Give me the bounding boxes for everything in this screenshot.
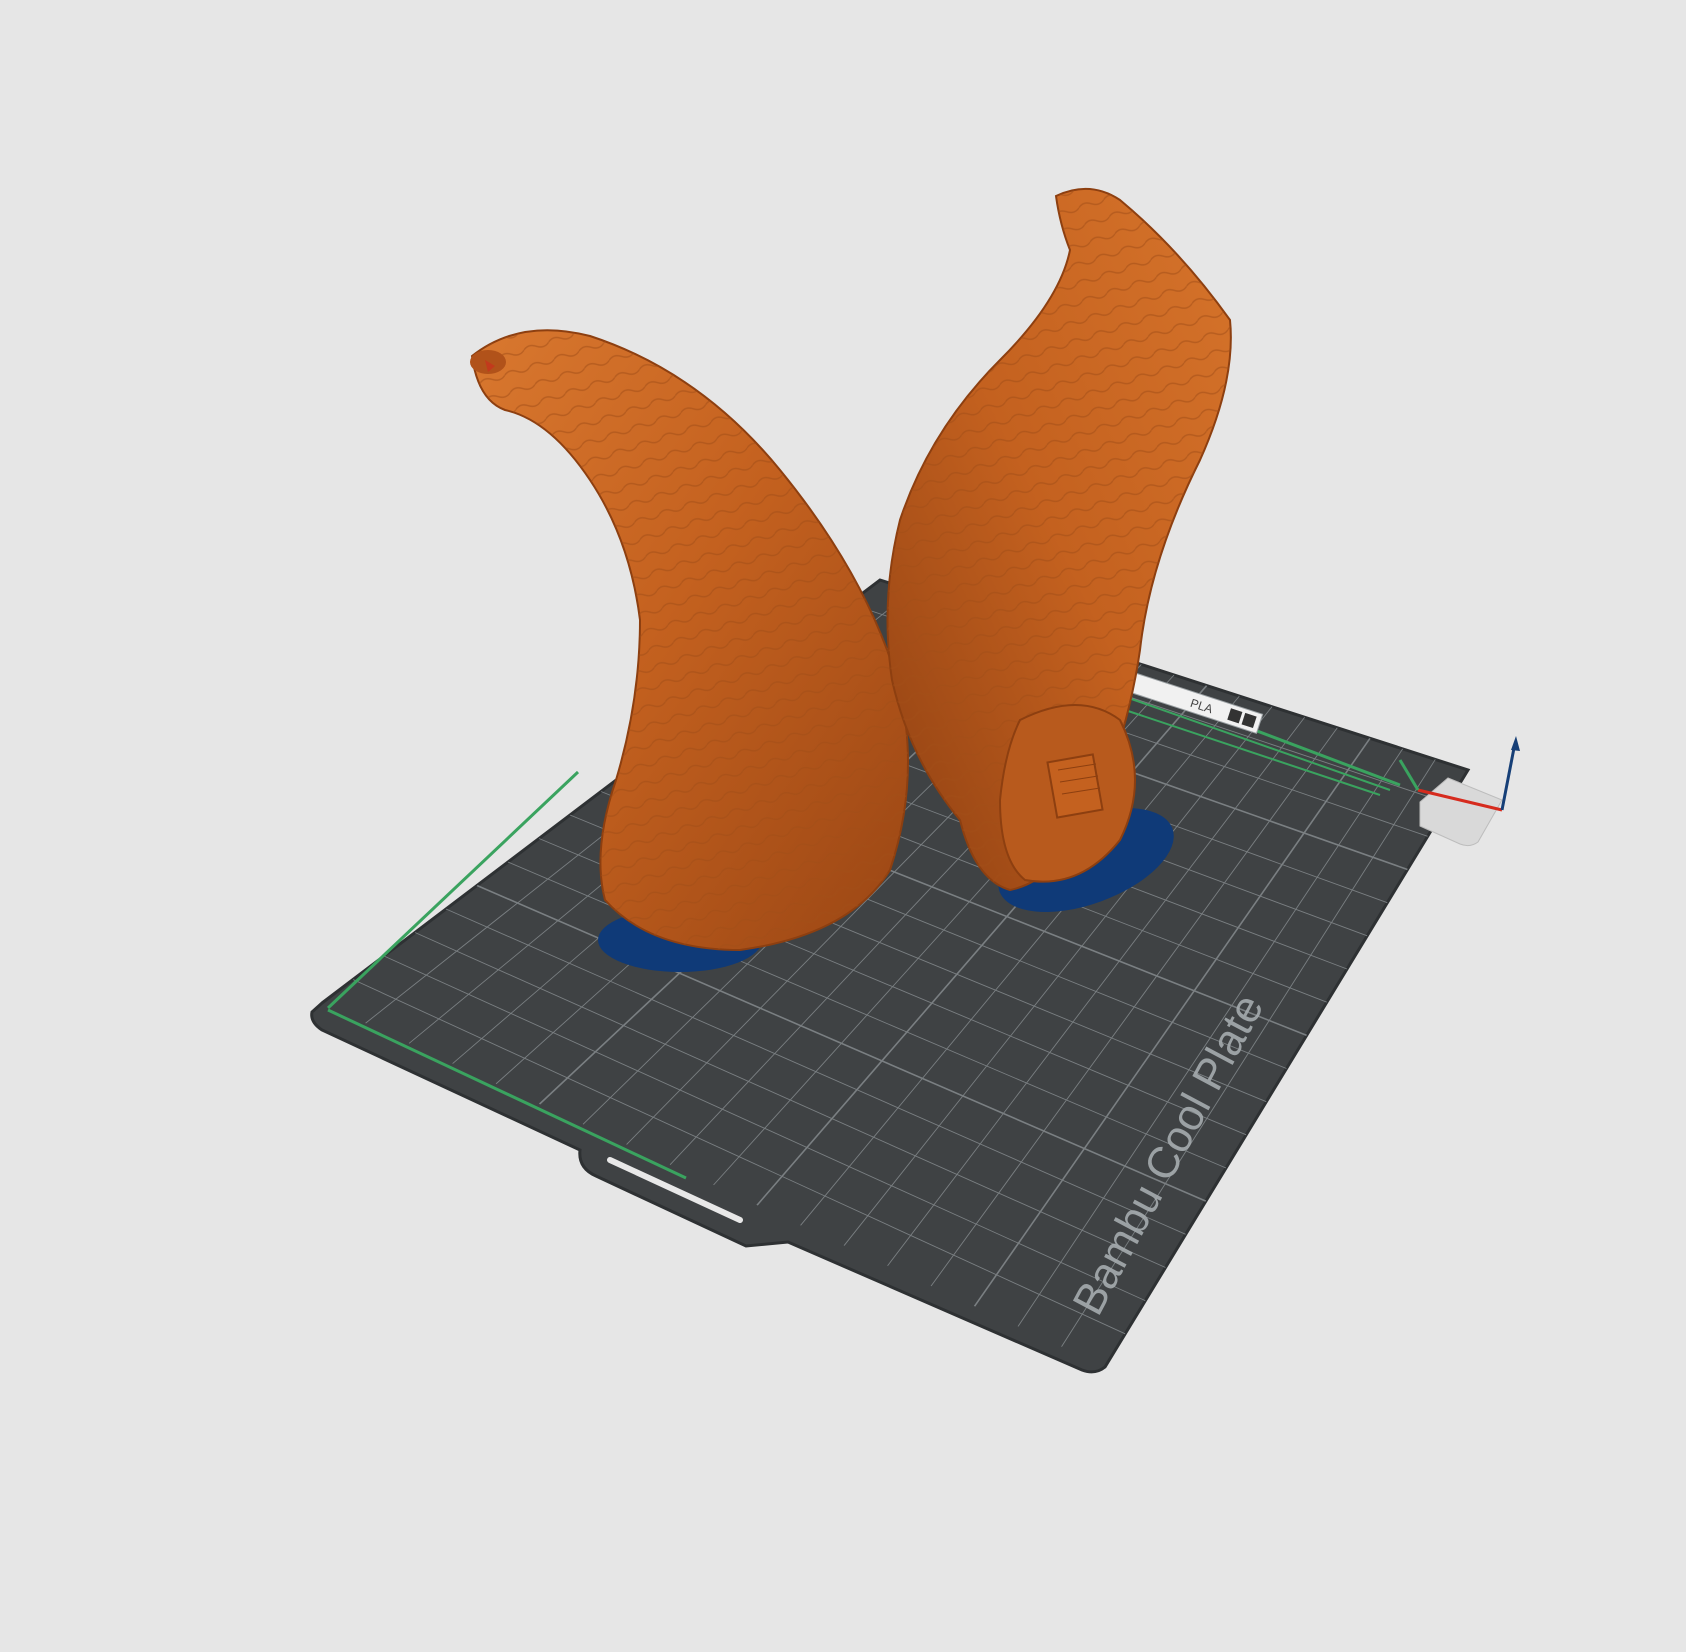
scene-canvas[interactable]: PLA Bambu Cool Plate: [0, 0, 1686, 1652]
z-axis-arrow: [1511, 736, 1520, 751]
connector-peg: [1046, 753, 1104, 819]
z-axis-line: [1500, 747, 1516, 811]
3d-viewport[interactable]: PLA Bambu Cool Plate: [0, 0, 1686, 1652]
